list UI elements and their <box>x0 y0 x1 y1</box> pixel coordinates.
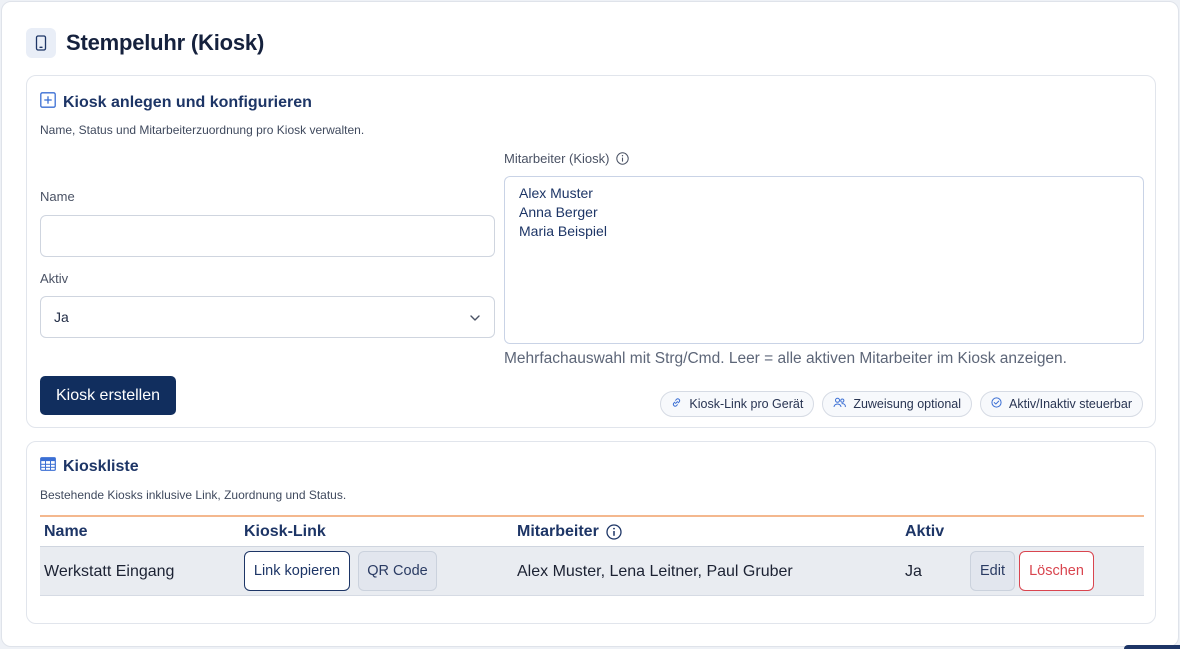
create-card-header: Kiosk anlegen und konfigurieren <box>40 92 312 113</box>
chevron-down-icon <box>470 308 480 326</box>
employees-label-row: Mitarbeiter (Kiosk) <box>504 151 630 166</box>
chip-label: Zuweisung optional <box>853 397 962 411</box>
active-label: Aktiv <box>40 271 69 286</box>
active-select[interactable]: Ja <box>40 296 495 338</box>
employees-hint: Mehrfachauswahl mit Strg/Cmd. Leer = all… <box>504 350 1067 367</box>
column-header-employees-label: Mitarbeiter <box>517 522 599 540</box>
column-header-name: Name <box>44 522 88 540</box>
column-header-active: Aktiv <box>905 522 945 540</box>
active-select-value: Ja <box>54 309 69 325</box>
qr-code-button[interactable]: QR Code <box>358 551 437 591</box>
column-header-kiosk-link: Kiosk-Link <box>244 522 326 540</box>
table-icon <box>40 457 56 476</box>
list-card-title: Kioskliste <box>63 457 139 475</box>
page-title: Stempeluhr (Kiosk) <box>66 30 265 55</box>
chip-active-toggle: Aktiv/Inaktiv steuerbar <box>980 391 1143 417</box>
feature-chips: Kiosk-Link pro Gerät Zuweisung optional … <box>660 391 1143 417</box>
table-header: Name Kiosk-Link Mitarbeiter Aktiv <box>40 515 1144 547</box>
info-icon[interactable] <box>616 152 630 165</box>
employees-multiselect[interactable]: Alex Muster Anna Berger Maria Beispiel <box>504 176 1144 344</box>
employee-option[interactable]: Anna Berger <box>519 203 1129 222</box>
column-header-employees: Mitarbeiter <box>517 523 622 541</box>
chip-label: Aktiv/Inaktiv steuerbar <box>1009 397 1132 411</box>
kiosk-table: Name Kiosk-Link Mitarbeiter Aktiv Werkst… <box>40 515 1144 596</box>
check-circle-icon <box>991 397 1009 411</box>
tablet-icon <box>26 28 56 58</box>
table-row: Werkstatt Eingang Link kopieren QR Code … <box>40 547 1144 596</box>
list-card-subtitle: Bestehende Kiosks inklusive Link, Zuordn… <box>40 488 347 502</box>
create-card-subtitle: Name, Status und Mitarbeiterzuordnung pr… <box>40 123 365 137</box>
list-card-header: Kioskliste <box>40 457 139 476</box>
employee-option[interactable]: Maria Beispiel <box>519 222 1129 241</box>
chip-assignment: Zuweisung optional <box>822 391 973 417</box>
users-icon <box>833 397 853 411</box>
chip-kiosk-link: Kiosk-Link pro Gerät <box>660 391 815 417</box>
create-card-title: Kiosk anlegen und konfigurieren <box>63 93 312 111</box>
link-icon <box>671 397 689 411</box>
kiosk-active-cell: Ja <box>905 562 922 580</box>
info-icon[interactable] <box>606 523 622 540</box>
create-kiosk-button[interactable]: Kiosk erstellen <box>40 376 176 415</box>
kiosk-list-card: Kioskliste Bestehende Kiosks inklusive L… <box>26 441 1156 624</box>
copy-link-button[interactable]: Link kopieren <box>244 551 350 591</box>
employee-option[interactable]: Alex Muster <box>519 184 1129 203</box>
chip-label: Kiosk-Link pro Gerät <box>689 397 804 411</box>
edit-button[interactable]: Edit <box>970 551 1015 591</box>
corner-decoration <box>1124 645 1180 649</box>
name-input[interactable] <box>40 215 495 257</box>
delete-button[interactable]: Löschen <box>1019 551 1094 591</box>
kiosk-employees-cell: Alex Muster, Lena Leitner, Paul Gruber <box>517 562 793 580</box>
kiosk-page: Stempeluhr (Kiosk) Kiosk anlegen und kon… <box>1 1 1179 647</box>
employees-label: Mitarbeiter (Kiosk) <box>504 151 610 166</box>
name-label: Name <box>40 189 75 204</box>
create-kiosk-card: Kiosk anlegen und konfigurieren Name, St… <box>26 75 1156 428</box>
kiosk-name-cell: Werkstatt Eingang <box>44 562 175 580</box>
page-header: Stempeluhr (Kiosk) <box>26 28 264 58</box>
plus-square-icon <box>40 92 56 113</box>
